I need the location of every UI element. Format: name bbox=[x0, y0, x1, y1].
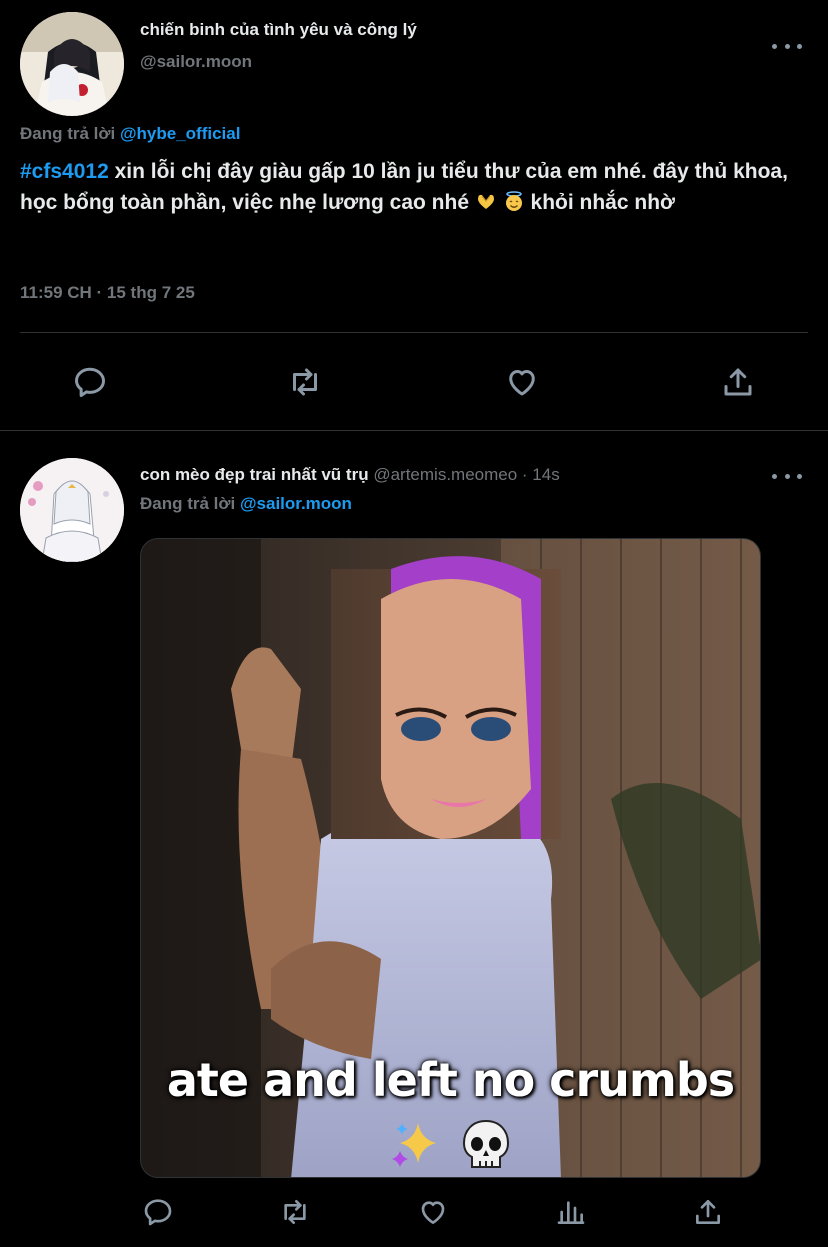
like-icon bbox=[509, 370, 535, 396]
reply-button[interactable] bbox=[68, 360, 112, 404]
tweet-text: #cfs4012 xin lỗi chị đây giàu gấp 10 lần… bbox=[20, 156, 820, 218]
reply-author-handle[interactable]: @artemis.meomeo bbox=[373, 465, 517, 484]
author-display-name[interactable]: chiến binh của tình yêu và công lý bbox=[140, 20, 417, 40]
reply-replying-to-label: Đang trả lời bbox=[140, 494, 236, 513]
more-options-icon[interactable] bbox=[772, 38, 802, 54]
author-avatar[interactable] bbox=[20, 12, 124, 116]
share-button[interactable] bbox=[716, 360, 760, 404]
reply-tweet-retweet-button[interactable] bbox=[275, 1192, 315, 1232]
reply-replying-to: Đang trả lời @sailor.moon bbox=[140, 494, 352, 514]
divider bbox=[20, 332, 808, 333]
reply-time[interactable]: · 14s bbox=[522, 465, 560, 484]
smiling-face-with-halo-emoji bbox=[505, 191, 522, 211]
hashtag-link[interactable]: #cfs4012 bbox=[20, 160, 109, 183]
reply-tweet-reply-button[interactable] bbox=[138, 1192, 178, 1232]
reply-author-display-name[interactable]: con mèo đẹp trai nhất vũ trụ bbox=[140, 465, 369, 484]
reply-replying-to-mention[interactable]: @sailor.moon bbox=[240, 494, 352, 513]
replying-to: Đang trả lời @hybe_official bbox=[20, 124, 240, 144]
meme-caption: ate and left no crumbs bbox=[166, 1053, 735, 1107]
reply-tweet-analytics-button[interactable] bbox=[551, 1192, 591, 1232]
reply-author-row: con mèo đẹp trai nhất vũ trụ @artemis.me… bbox=[140, 465, 560, 485]
reply-icon bbox=[75, 367, 105, 397]
reply-media-image[interactable]: ate and left no crumbs bbox=[140, 538, 761, 1178]
retweet-button[interactable] bbox=[283, 360, 327, 404]
like-icon bbox=[421, 1201, 445, 1224]
heart-hands-emoji bbox=[477, 194, 494, 209]
meme-caption-emojis bbox=[141, 1117, 760, 1173]
tweet-body-end: khỏi nhắc nhờ bbox=[524, 191, 675, 214]
retweet-icon bbox=[293, 368, 317, 396]
reply-icon bbox=[144, 1199, 172, 1226]
share-icon bbox=[696, 1200, 720, 1224]
like-button[interactable] bbox=[500, 360, 544, 404]
analytics-icon bbox=[557, 1201, 585, 1224]
replying-to-mention[interactable]: @hybe_official bbox=[120, 124, 241, 143]
reply-tweet-share-button[interactable] bbox=[688, 1192, 728, 1232]
share-icon bbox=[724, 368, 752, 396]
reply-more-options-icon[interactable] bbox=[772, 468, 802, 484]
reply-author-avatar[interactable] bbox=[20, 458, 124, 562]
sparkles-emoji bbox=[391, 1123, 436, 1167]
reply-tweet-like-button[interactable] bbox=[413, 1192, 453, 1232]
replying-to-label: Đang trả lời bbox=[20, 124, 116, 143]
tweet-timestamp[interactable]: 11:59 CH · 15 thg 7 25 bbox=[20, 283, 195, 303]
author-handle[interactable]: @sailor.moon bbox=[140, 52, 252, 72]
skull-emoji bbox=[462, 1119, 509, 1168]
retweet-icon bbox=[284, 1200, 306, 1224]
